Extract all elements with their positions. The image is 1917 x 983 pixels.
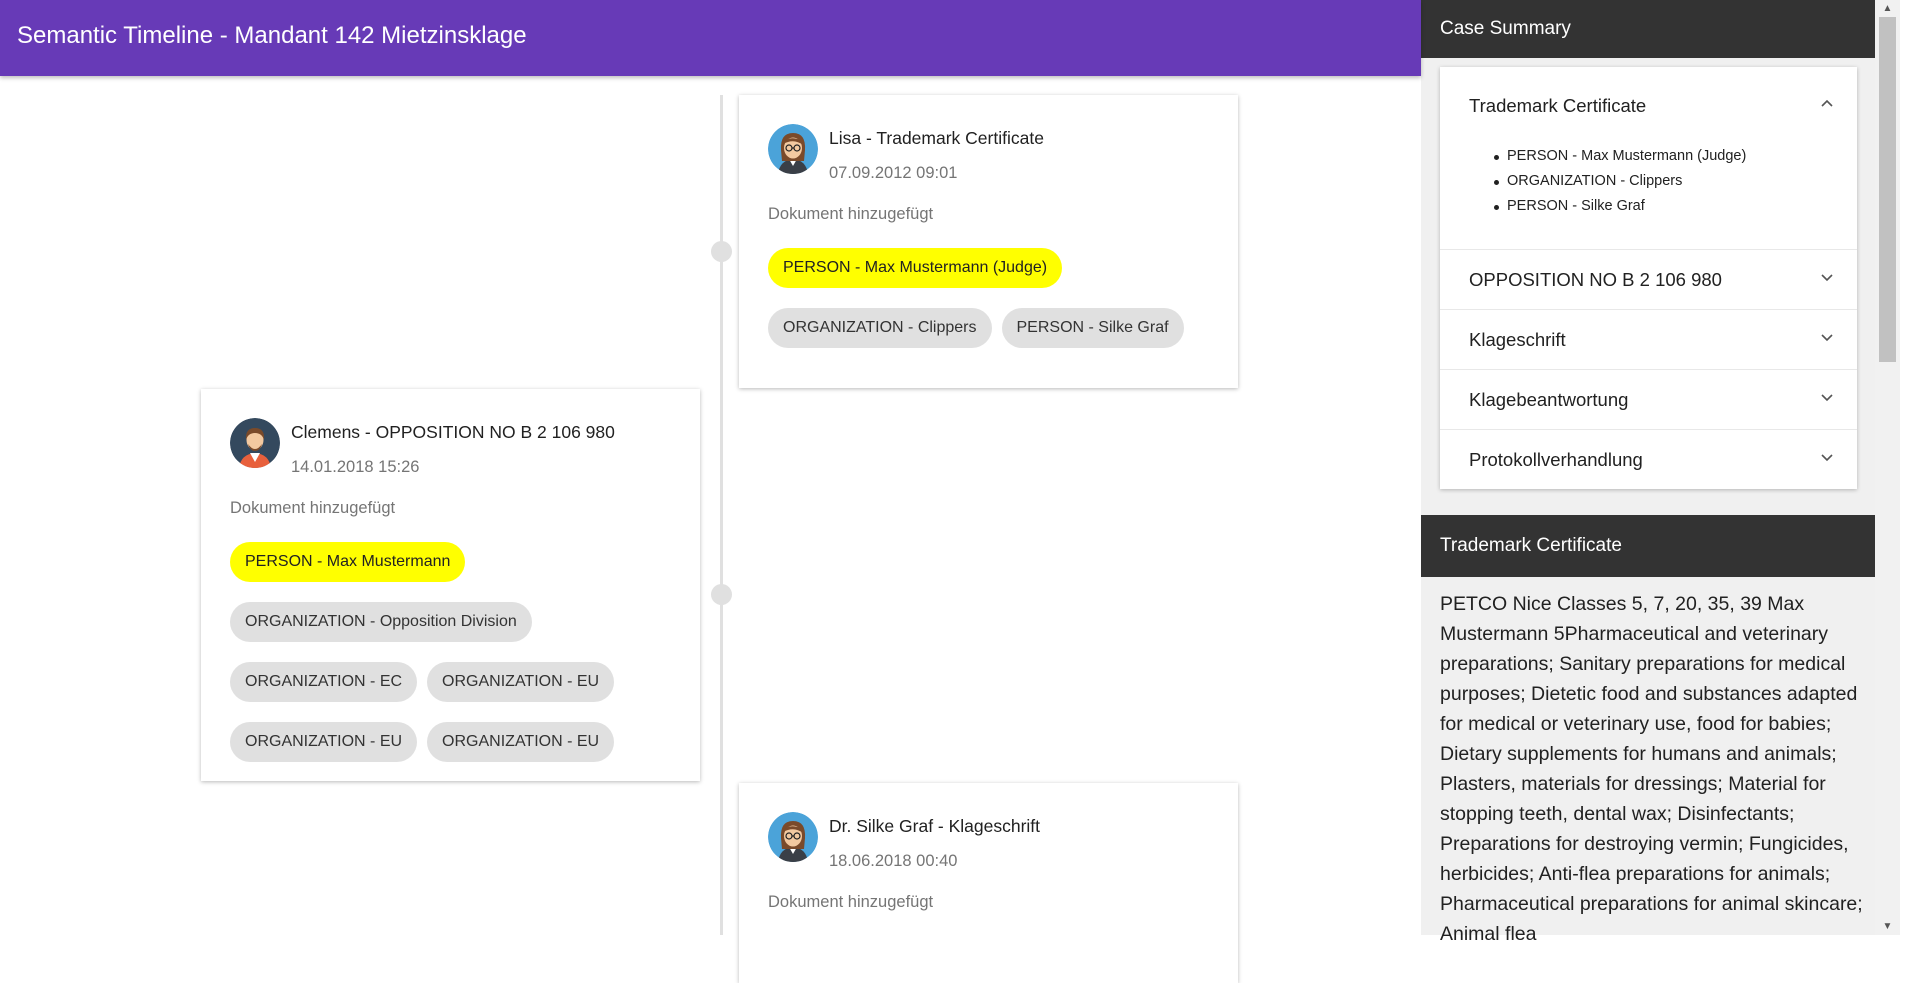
scrollbar-thumb[interactable] — [1879, 17, 1896, 362]
scroll-down-arrow-icon[interactable]: ▼ — [1875, 918, 1900, 935]
accordion-header[interactable]: Trademark Certificate — [1440, 67, 1857, 144]
scroll-up-arrow-icon[interactable]: ▲ — [1875, 0, 1900, 17]
entity-chip[interactable]: PERSON - Silke Graf — [1001, 308, 1184, 348]
event-description: Dokument hinzugefügt — [768, 893, 934, 911]
entity-chip[interactable]: PERSON - Max Mustermann (Judge) — [768, 248, 1063, 288]
accordion-item-trademark-certificate: Trademark Certificate PERSON - Max Muste… — [1440, 67, 1857, 249]
timeline-card[interactable]: Dr. Silke Graf - Klageschrift 18.06.2018… — [739, 783, 1238, 983]
entity-chip[interactable]: ORGANIZATION - EU — [427, 722, 615, 762]
app-bar: Semantic Timeline - Mandant 142 Mietzins… — [0, 0, 1421, 76]
event-title: Dr. Silke Graf - Klageschrift — [829, 816, 1041, 836]
accordion-label: Trademark Certificate — [1469, 94, 1647, 116]
entity-list-item: PERSON - Max Mustermann (Judge) — [1494, 144, 1857, 169]
entity-chip[interactable]: PERSON - Max Mustermann — [230, 542, 466, 582]
entity-chips: PERSON - Max Mustermann (Judge) ORGANIZA… — [768, 248, 1218, 348]
case-summary-heading: Case Summary — [1421, 0, 1875, 58]
accordion-item-klageschrift: Klageschrift — [1440, 309, 1857, 369]
accordion-header[interactable]: OPPOSITION NO B 2 106 980 — [1440, 250, 1857, 309]
case-summary-accordion: Trademark Certificate PERSON - Max Muste… — [1440, 67, 1857, 489]
accordion-label: OPPOSITION NO B 2 106 980 — [1469, 268, 1722, 290]
entity-chip[interactable]: ORGANIZATION - EC — [230, 662, 418, 702]
document-text: PETCO Nice Classes 5, 7, 20, 35, 39 Max … — [1440, 593, 1863, 945]
male-avatar-icon — [230, 418, 280, 468]
event-description: Dokument hinzugefügt — [768, 205, 934, 223]
timeline-card[interactable]: Lisa - Trademark Certificate 07.09.2012 … — [739, 95, 1238, 388]
female-avatar-icon — [768, 812, 818, 862]
accordion-item-protokollverhandlung: Protokollverhandlung — [1440, 429, 1857, 489]
timeline-card[interactable]: Clemens - OPPOSITION NO B 2 106 980 14.0… — [201, 389, 700, 781]
accordion-item-opposition: OPPOSITION NO B 2 106 980 — [1440, 249, 1857, 309]
event-title: Lisa - Trademark Certificate — [829, 128, 1044, 148]
event-date: 07.09.2012 09:01 — [829, 164, 958, 182]
entity-chip[interactable]: ORGANIZATION - Clippers — [768, 308, 992, 348]
accordion-label: Klagebeantwortung — [1469, 388, 1629, 410]
entity-chip[interactable]: ORGANIZATION - EU — [230, 722, 418, 762]
event-description: Dokument hinzugefügt — [230, 499, 396, 517]
accordion-header[interactable]: Protokollverhandlung — [1440, 430, 1857, 489]
event-date: 14.01.2018 15:26 — [291, 458, 420, 476]
scrollbar[interactable]: ▲ ▼ — [1875, 0, 1900, 935]
chevron-down-icon — [1821, 333, 1833, 341]
document-heading: Trademark Certificate — [1421, 515, 1875, 577]
timeline-node — [711, 584, 732, 605]
accordion-body: PERSON - Max Mustermann (Judge) ORGANIZA… — [1440, 144, 1857, 249]
accordion-item-klagebeantwortung: Klagebeantwortung — [1440, 369, 1857, 429]
event-date: 18.06.2018 00:40 — [829, 852, 958, 870]
entity-chips: PERSON - Max Mustermann ORGANIZATION - O… — [230, 542, 680, 762]
accordion-header[interactable]: Klageschrift — [1440, 310, 1857, 369]
event-title: Clemens - OPPOSITION NO B 2 106 980 — [291, 422, 615, 442]
entity-list-item: PERSON - Silke Graf — [1494, 194, 1857, 219]
chevron-down-icon — [1821, 273, 1833, 281]
timeline-axis — [720, 95, 723, 935]
page-title: Semantic Timeline - Mandant 142 Mietzins… — [17, 22, 527, 49]
accordion-label: Klageschrift — [1469, 328, 1566, 350]
female-avatar-icon — [768, 124, 818, 174]
entity-chip[interactable]: ORGANIZATION - Opposition Division — [230, 602, 532, 642]
chevron-up-icon — [1821, 99, 1833, 107]
case-summary-panel: Case Summary Trademark Certificate PERSO… — [1421, 0, 1875, 945]
chevron-down-icon — [1821, 393, 1833, 401]
chevron-down-icon — [1821, 453, 1833, 461]
timeline-node — [711, 241, 732, 262]
entity-chip[interactable]: ORGANIZATION - EU — [427, 662, 615, 702]
accordion-header[interactable]: Klagebeantwortung — [1440, 370, 1857, 429]
entity-list-item: ORGANIZATION - Clippers — [1494, 169, 1857, 194]
accordion-label: Protokollverhandlung — [1469, 448, 1643, 470]
